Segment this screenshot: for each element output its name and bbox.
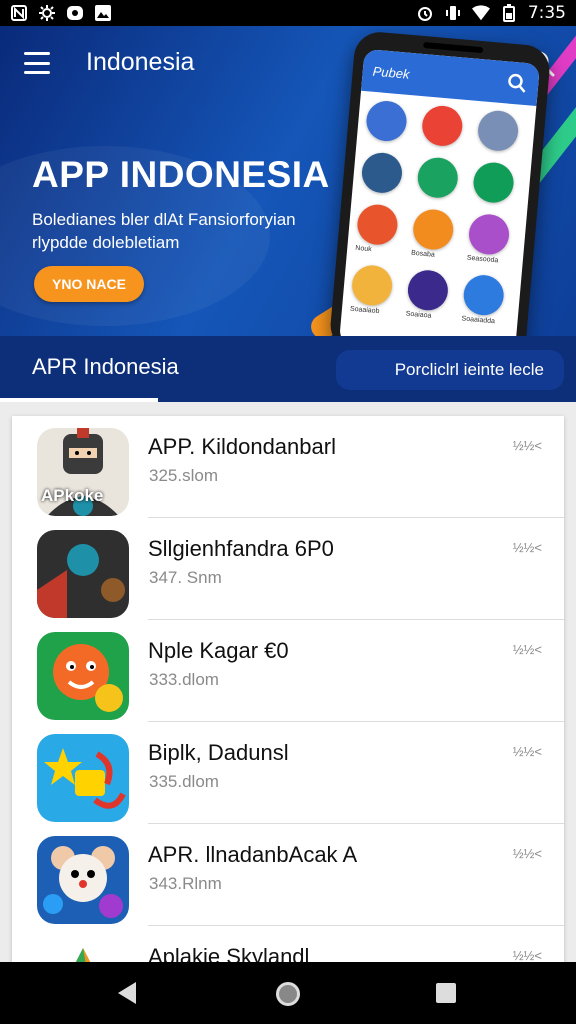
screen: 7:35 Indonesia Pubek Nouk Bosaba Seasooda S…: [0, 0, 576, 1024]
toolbar-title: Indonesia: [86, 48, 195, 76]
star-puzzle-icon: [37, 734, 129, 822]
phone-app-icon: [355, 202, 400, 247]
app-size: 333.dlom: [149, 670, 219, 689]
hero-banner: Indonesia Pubek Nouk Bosaba Seasooda Soaaia…: [0, 26, 576, 402]
app-size: 347. Snm: [149, 568, 222, 587]
phone-app-label: Soaaiaob: [349, 305, 380, 316]
app-title: Nple Kagar €0: [148, 638, 289, 663]
app-more-button[interactable]: ½½<: [513, 438, 542, 453]
phone-app-cell: Soaaiaob: [349, 263, 398, 317]
phone-app-icon: [462, 273, 506, 317]
mouse-character-icon: [37, 836, 129, 924]
phone-app-cell: Seasooda: [466, 212, 515, 266]
status-time: 7:35: [527, 3, 566, 23]
phone-app-icon: [360, 151, 404, 195]
tab-apr-indonesia[interactable]: APR Indonesia: [32, 354, 179, 380]
phone-app-icon: [420, 104, 464, 148]
hamburger-menu-icon[interactable]: [24, 52, 50, 74]
app-more-button[interactable]: ½½<: [513, 540, 542, 555]
phone-app-icon: [476, 109, 520, 153]
phone-app-label: Nouk: [354, 244, 372, 254]
back-triangle-icon[interactable]: [118, 982, 136, 1004]
app-title: APR. llnadanbAcak A: [148, 842, 358, 867]
phone-app-icon: [350, 263, 394, 308]
notification-icon: [10, 4, 28, 22]
app-list: APkoke APP. Kildondanbarl 325.slom ½½< Sllgi…: [12, 416, 564, 976]
phone-app-cell: Soaaiadda: [461, 273, 509, 327]
phone-mockup: Pubek Nouk Bosaba Seasooda Soaaiaob Soaiaoa S…: [328, 30, 552, 366]
app-size: 343.Rlnm: [149, 874, 222, 893]
app-title: APP. Kildondanbarl: [148, 434, 336, 459]
app-icon-text: APkoke: [41, 486, 104, 505]
phone-app-cell: [420, 104, 468, 148]
hero-title: APP INDONESIA: [32, 154, 330, 195]
phone-header-label: Pubek: [372, 63, 411, 82]
phone-app-cell: [471, 160, 519, 205]
app-more-button[interactable]: ½½<: [513, 744, 542, 759]
phone-app-cell: [360, 151, 407, 195]
app-more-button[interactable]: ½½<: [513, 642, 542, 657]
status-bar: 7:35: [0, 0, 576, 26]
app-title: Biplk, Dadunsl: [148, 740, 289, 765]
hero-cta-button[interactable]: YNO NACE: [34, 266, 144, 302]
status-bar-right: 7:35: [416, 3, 566, 23]
orange-smiley-icon: [37, 632, 129, 720]
phone-app-cell: [416, 156, 463, 200]
app-size: 325.slom: [149, 466, 218, 485]
app-more-button[interactable]: ½½<: [513, 948, 542, 963]
app-list-item[interactable]: APR. llnadanbAcak A 343.Rlnm ½½<: [12, 824, 564, 926]
ninja-game-icon-continued: [37, 530, 129, 618]
ninja-game-icon: APkoke: [37, 428, 129, 516]
phone-app-icon: [471, 160, 516, 205]
home-circle-icon[interactable]: [276, 982, 300, 1006]
app-list-item[interactable]: Sllgienhfandra 6P0 347. Snm ½½<: [12, 518, 564, 620]
phone-search-icon: [508, 73, 526, 93]
recent-square-icon[interactable]: [436, 983, 456, 1003]
app-list-item[interactable]: APkoke APP. Kildondanbarl 325.slom ½½<: [12, 416, 564, 518]
app-title: Sllgienhfandra 6P0: [148, 536, 334, 561]
phone-app-icon: [467, 212, 511, 257]
phone-app-label: Seasooda: [466, 254, 499, 265]
hero-subtitle: Boledianes bler dlAt Fansiorforyian rlyp…: [32, 210, 296, 252]
tab-active-indicator: [0, 398, 158, 402]
chat-icon: [66, 4, 84, 22]
phone-app-icon: [406, 268, 450, 312]
phone-app-label: Bosaba: [410, 249, 436, 259]
phone-app-label: Soaiaoa: [405, 310, 432, 320]
phone-app-cell: [476, 109, 523, 153]
app-list-item[interactable]: Biplk, Dadunsl 335.dlom ½½<: [12, 722, 564, 824]
settings-icon: [38, 4, 56, 22]
app-list-item[interactable]: Nple Kagar €0 333.dlom ½½<: [12, 620, 564, 722]
phone-app-label: Soaaiadda: [461, 315, 496, 326]
phone-app-cell: Nouk: [354, 202, 403, 256]
phone-app-cell: Soaiaoa: [405, 268, 453, 322]
alarm-icon: [416, 4, 434, 22]
phone-header: Pubek: [361, 48, 541, 107]
status-bar-left: [10, 4, 112, 22]
phone-app-icon: [411, 207, 455, 252]
phone-app-grid: Nouk Bosaba Seasooda Soaaiaob Soaiaoa Soaaiad…: [350, 99, 528, 326]
app-more-button[interactable]: ½½<: [513, 846, 542, 861]
phone-app-cell: Bosaba: [410, 207, 459, 261]
wifi-icon: [471, 4, 490, 22]
image-icon: [94, 4, 112, 22]
vibrate-icon: [444, 4, 462, 22]
tab-secondary[interactable]: Porcliclrl ieinte lecle: [336, 350, 564, 390]
app-size: 335.dlom: [149, 772, 219, 791]
phone-app-cell: [364, 99, 412, 143]
tab-bar: APR Indonesia Porcliclrl ieinte lecle: [0, 336, 576, 402]
phone-notch: [423, 41, 484, 54]
phone-app-icon: [364, 99, 409, 143]
battery-icon: [500, 4, 518, 22]
navigation-bar: [0, 962, 576, 1024]
phone-app-icon: [416, 156, 460, 200]
phone-screen: Pubek Nouk Bosaba Seasooda Soaaiaob Soaiaoa S…: [338, 48, 541, 360]
